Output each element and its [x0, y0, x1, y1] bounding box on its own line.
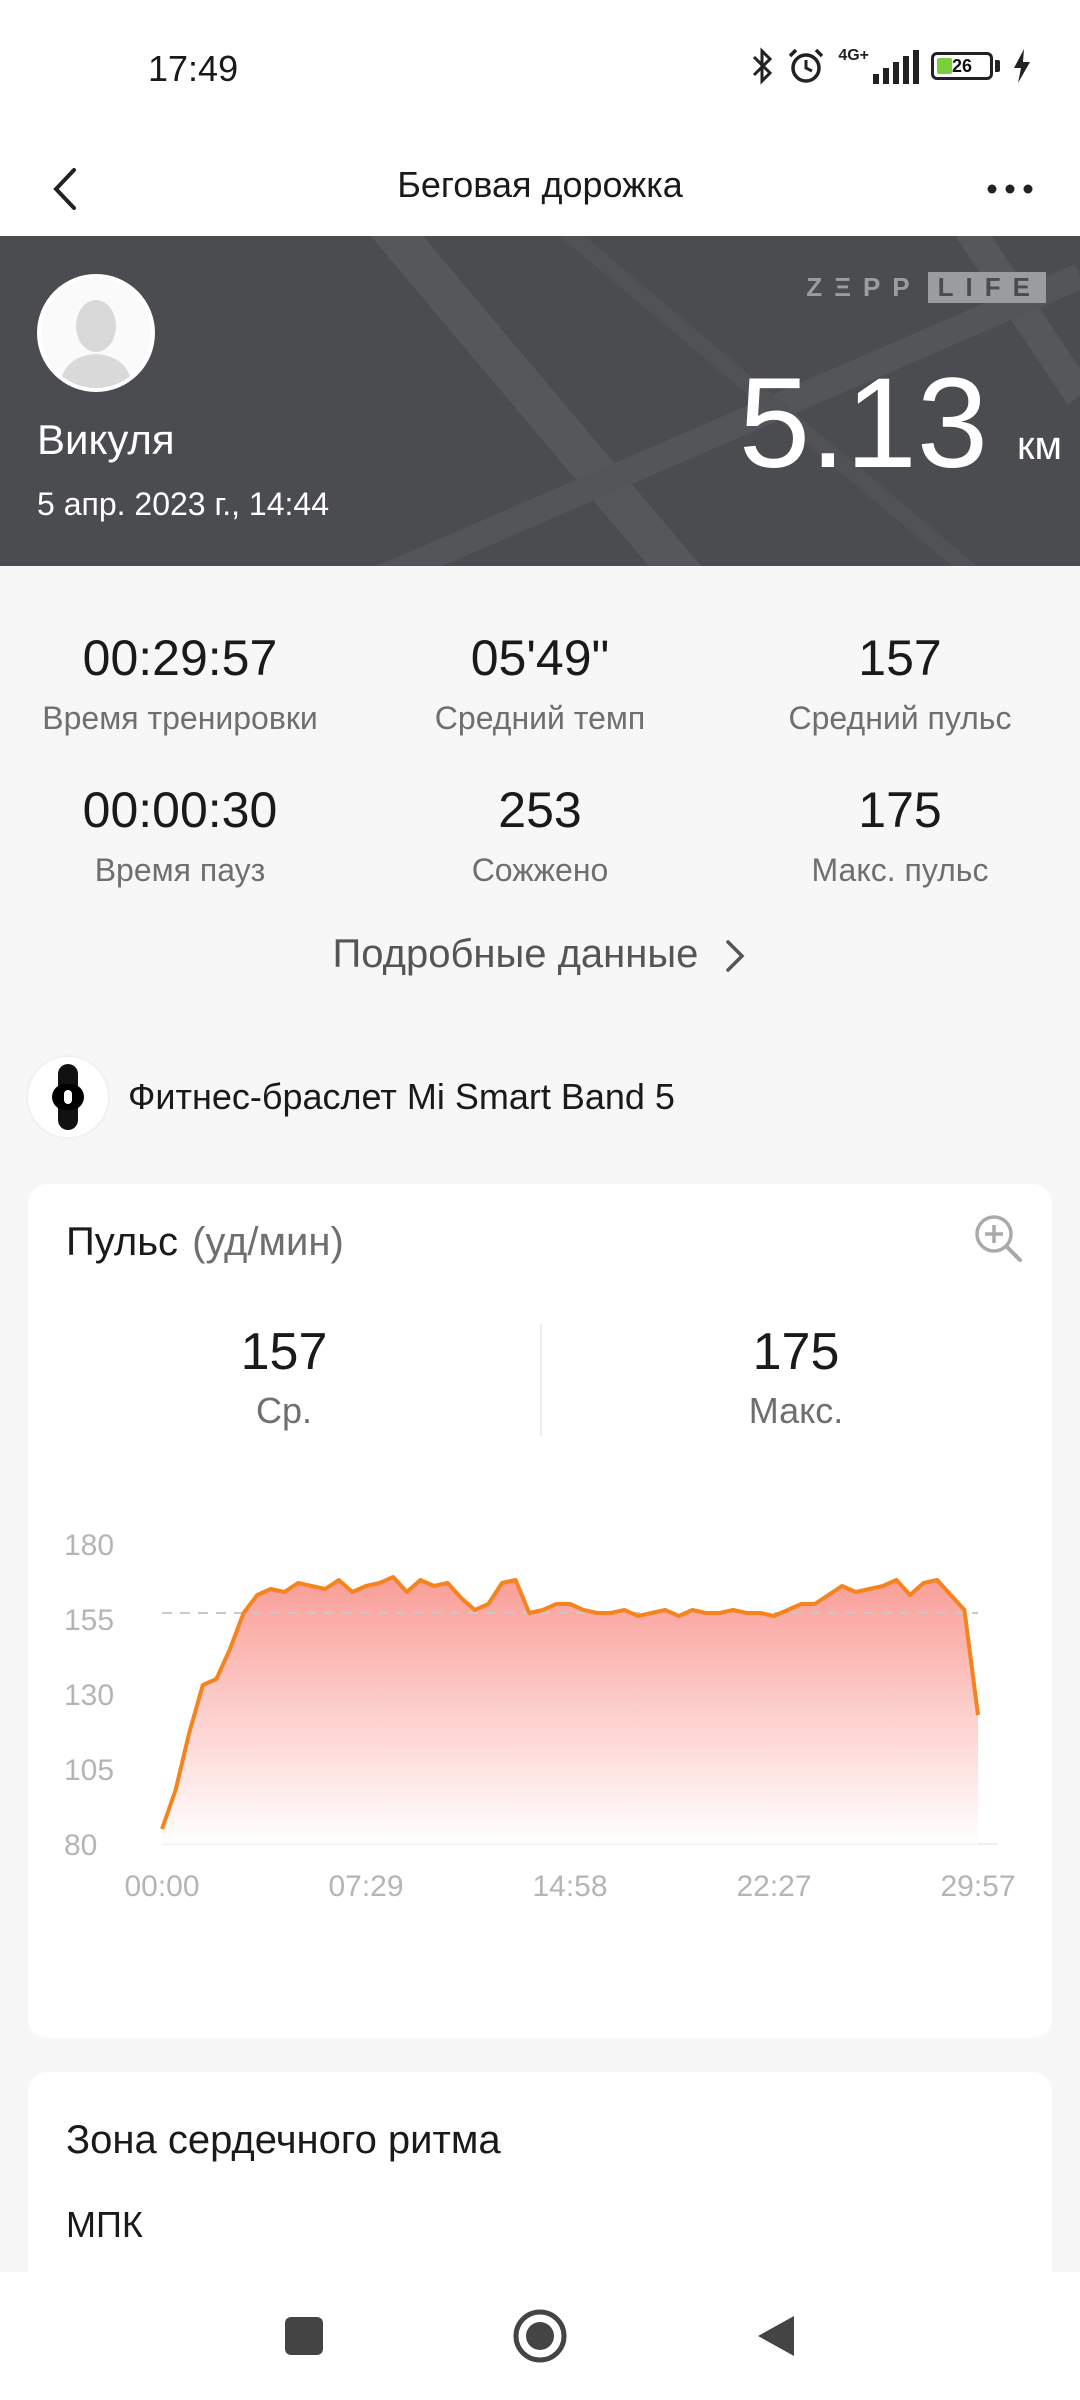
stat-pause-time: 00:00:30 Время пауз	[0, 780, 360, 889]
status-time: 17:49	[148, 48, 239, 89]
alarm-icon	[789, 48, 824, 83]
pulse-area	[162, 1577, 978, 1844]
x-tick-label: 22:27	[736, 1870, 811, 1903]
brand-life-text: LIFE	[927, 272, 1046, 303]
back-triangle-icon[interactable]	[746, 2306, 806, 2366]
pulse-chart: 180 155 130 105 80 00:00 07:29 14:58 22:27 29:57	[64, 1529, 1016, 1903]
stat-label: Сожжено	[471, 852, 609, 888]
brand-zepp-text: ZΞPP	[806, 272, 922, 302]
pulse-max-summary: 175 Макс.	[540, 1322, 1052, 1432]
pulse-card-title: Пульс (уд/мин)	[66, 1220, 344, 1265]
y-tick-label: 105	[64, 1754, 114, 1787]
heart-zone-subtitle: МПК	[66, 2204, 143, 2245]
stat-max-pulse: 175 Макс. пульс	[720, 780, 1080, 889]
stat-calories: 253 Сожжено	[360, 780, 720, 889]
battery-icon: 26	[931, 52, 993, 80]
stat-value: 253	[498, 782, 582, 838]
heart-zone-title: Зона сердечного ритма	[66, 2118, 501, 2162]
x-tick-label: 00:00	[124, 1870, 199, 1903]
pulse-avg-summary: 157 Ср.	[28, 1322, 540, 1432]
chevron-right-icon	[726, 940, 745, 973]
workout-date: 5 апр. 2023 г., 14:44	[37, 486, 329, 522]
x-tick-label: 14:58	[532, 1870, 607, 1903]
battery-level: 26	[951, 56, 973, 76]
recents-square-icon[interactable]	[274, 2306, 334, 2366]
charging-icon	[1014, 49, 1030, 83]
app-header: Беговая дорожка	[0, 140, 1080, 236]
y-tick-label: 180	[64, 1529, 114, 1562]
system-nav-bar	[0, 2272, 1080, 2400]
signal-icon: 4G+	[838, 48, 919, 84]
stats-grid: 00:29:57 Время тренировки 05'49" Средний…	[0, 566, 1080, 1026]
stat-value: 175	[858, 782, 942, 838]
details-link-label: Подробные данные	[332, 932, 699, 976]
stat-workout-time: 00:29:57 Время тренировки	[0, 628, 360, 737]
stat-value: 00:00:30	[82, 782, 278, 838]
x-tick-label: 07:29	[328, 1870, 403, 1903]
bluetooth-icon	[753, 47, 773, 85]
user-name: Викуля	[37, 416, 175, 463]
network-label: 4G+	[838, 47, 869, 64]
distance-unit: км	[1017, 424, 1062, 468]
stat-label: Средний пульс	[788, 700, 1012, 736]
stat-value: 157	[858, 630, 942, 686]
pulse-avg-label: Ср.	[255, 1390, 313, 1431]
workout-hero: Викуля 5 апр. 2023 г., 14:44 ZΞPP LIFE 5…	[0, 236, 1080, 566]
stat-label: Время тренировки	[42, 700, 318, 736]
stat-average-pulse: 157 Средний пульс	[720, 628, 1080, 737]
stat-average-pace: 05'49" Средний темп	[360, 628, 720, 737]
pulse-card: Пульс (уд/мин) 157 Ср. 175 Макс. 180 155 13…	[28, 1184, 1052, 2038]
home-circle-icon[interactable]	[510, 2306, 570, 2366]
stat-label: Время пауз	[94, 852, 266, 888]
y-tick-label: 155	[64, 1604, 114, 1637]
avatar-silhouette-icon	[59, 300, 133, 388]
zepp-life-logo: ZΞPP LIFE	[806, 272, 1046, 303]
stat-value: 00:29:57	[82, 630, 278, 686]
stat-label: Макс. пульс	[811, 852, 989, 888]
stat-label: Средний темп	[434, 700, 646, 736]
pulse-avg-value: 157	[240, 1323, 328, 1381]
fitness-band-icon	[28, 1057, 108, 1137]
pulse-title: Пульс	[66, 1220, 179, 1264]
status-bar: 17:49 4G+ 26	[0, 0, 1080, 140]
y-tick-label: 130	[64, 1679, 114, 1712]
zoom-in-icon[interactable]	[970, 1210, 1026, 1266]
x-tick-label: 29:57	[940, 1870, 1015, 1903]
pulse-max-value: 175	[752, 1323, 840, 1381]
pulse-max-label: Макс.	[748, 1390, 844, 1431]
distance-value: 5.13	[738, 352, 988, 495]
pulse-unit: (уд/мин)	[192, 1220, 344, 1264]
page-title: Беговая дорожка	[397, 164, 683, 205]
details-link[interactable]: Подробные данные	[0, 932, 1080, 977]
status-icons: 4G+ 26	[750, 44, 1032, 88]
device-row[interactable]: Фитнес-браслет Mi Smart Band 5	[28, 1054, 675, 1140]
device-name: Фитнес-браслет Mi Smart Band 5	[128, 1076, 675, 1117]
avatar[interactable]	[37, 274, 155, 392]
more-dots-icon[interactable]	[980, 164, 1040, 214]
y-tick-label: 80	[64, 1829, 97, 1862]
stat-value: 05'49"	[470, 630, 610, 686]
